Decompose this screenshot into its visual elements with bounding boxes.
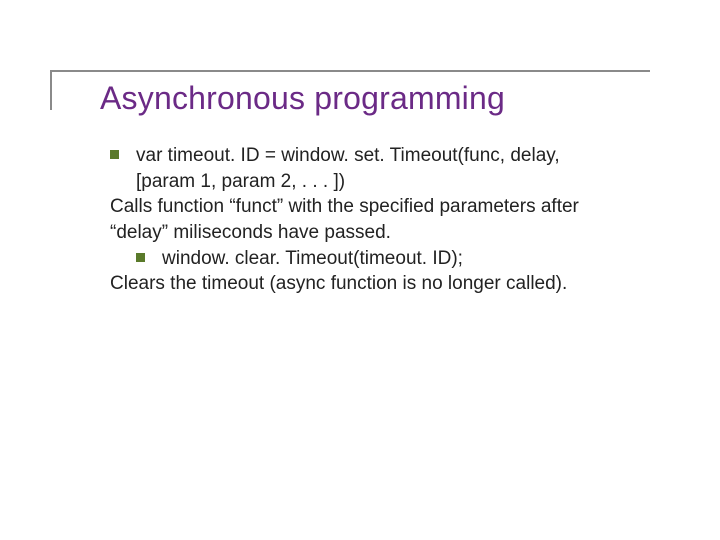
bullet-text: window. clear. Timeout(timeout. ID); [162, 248, 463, 269]
description-text: Calls function “funct” with the specifie… [110, 196, 579, 217]
title-area: Asynchronous programming [100, 80, 720, 117]
description-text: Clears the timeout (async function is no… [110, 273, 567, 294]
slide-title: Asynchronous programming [100, 80, 720, 117]
bullet-text: var timeout. ID = window. set. Timeout(f… [136, 145, 560, 166]
description-2: Clears the timeout (async function is no… [110, 271, 650, 297]
slide-body: var timeout. ID = window. set. Timeout(f… [110, 143, 650, 297]
bullet-text: [param 1, param 2, . . . ]) [136, 171, 345, 192]
description-1-cont: “delay” miliseconds have passed. [110, 220, 650, 246]
slide: Asynchronous programming var timeout. ID… [0, 0, 720, 540]
bullet-item-1-cont: [param 1, param 2, . . . ]) [110, 169, 650, 195]
title-tick [50, 70, 52, 110]
description-1: Calls function “funct” with the specifie… [110, 194, 650, 220]
title-rule [50, 70, 650, 72]
square-bullet-icon [110, 150, 119, 159]
bullet-item-2: window. clear. Timeout(timeout. ID); [110, 246, 650, 272]
square-bullet-icon [136, 253, 145, 262]
bullet-item-1: var timeout. ID = window. set. Timeout(f… [110, 143, 650, 169]
description-text: “delay” miliseconds have passed. [110, 222, 391, 243]
